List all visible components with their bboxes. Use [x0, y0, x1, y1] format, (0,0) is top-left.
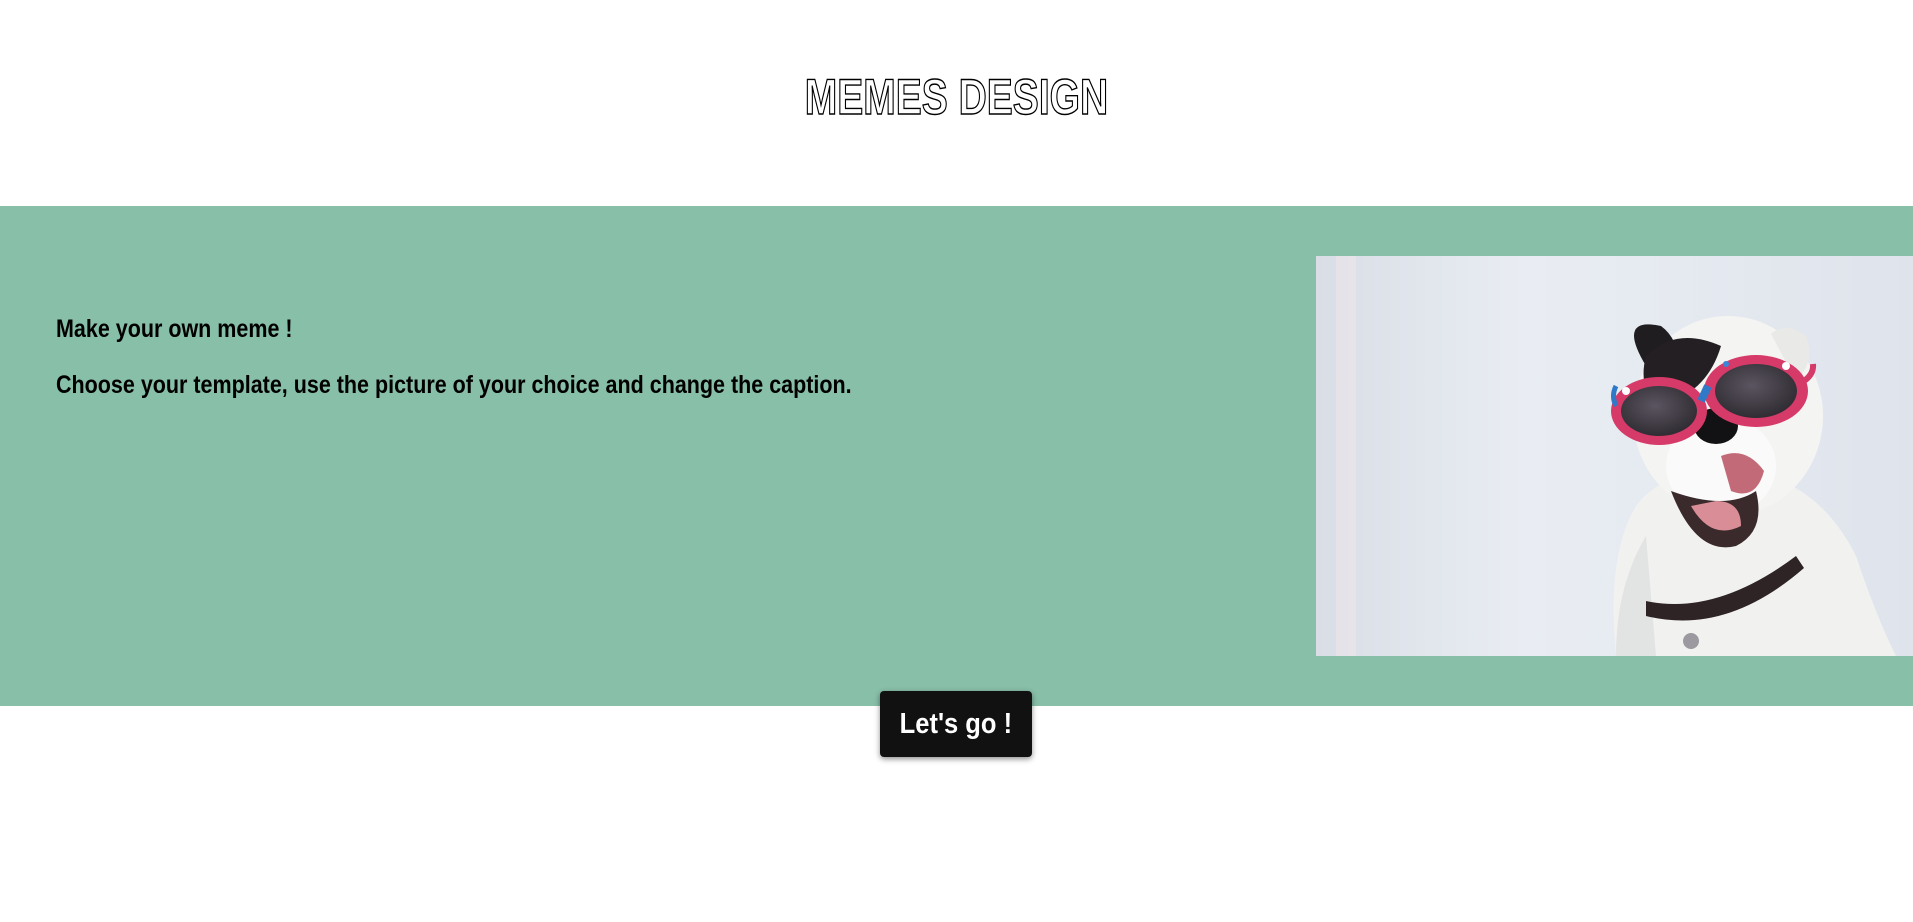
page: MEMES DESIGN Make your own meme ! Choose… [0, 0, 1913, 922]
lets-go-label: Let's go ! [899, 707, 1013, 740]
dog-with-sunglasses-image [1316, 256, 1913, 656]
hero-section: Make your own meme ! Choose your templat… [0, 206, 1913, 706]
hero-description: Choose your template, use the picture of… [56, 371, 852, 399]
hero-text: Make your own meme ! Choose your templat… [56, 314, 981, 400]
site-header: MEMES DESIGN [0, 0, 1913, 206]
lets-go-button[interactable]: Let's go ! [880, 691, 1032, 757]
hero-headline: Make your own meme ! [56, 315, 293, 343]
site-title: MEMES DESIGN [804, 69, 1109, 125]
